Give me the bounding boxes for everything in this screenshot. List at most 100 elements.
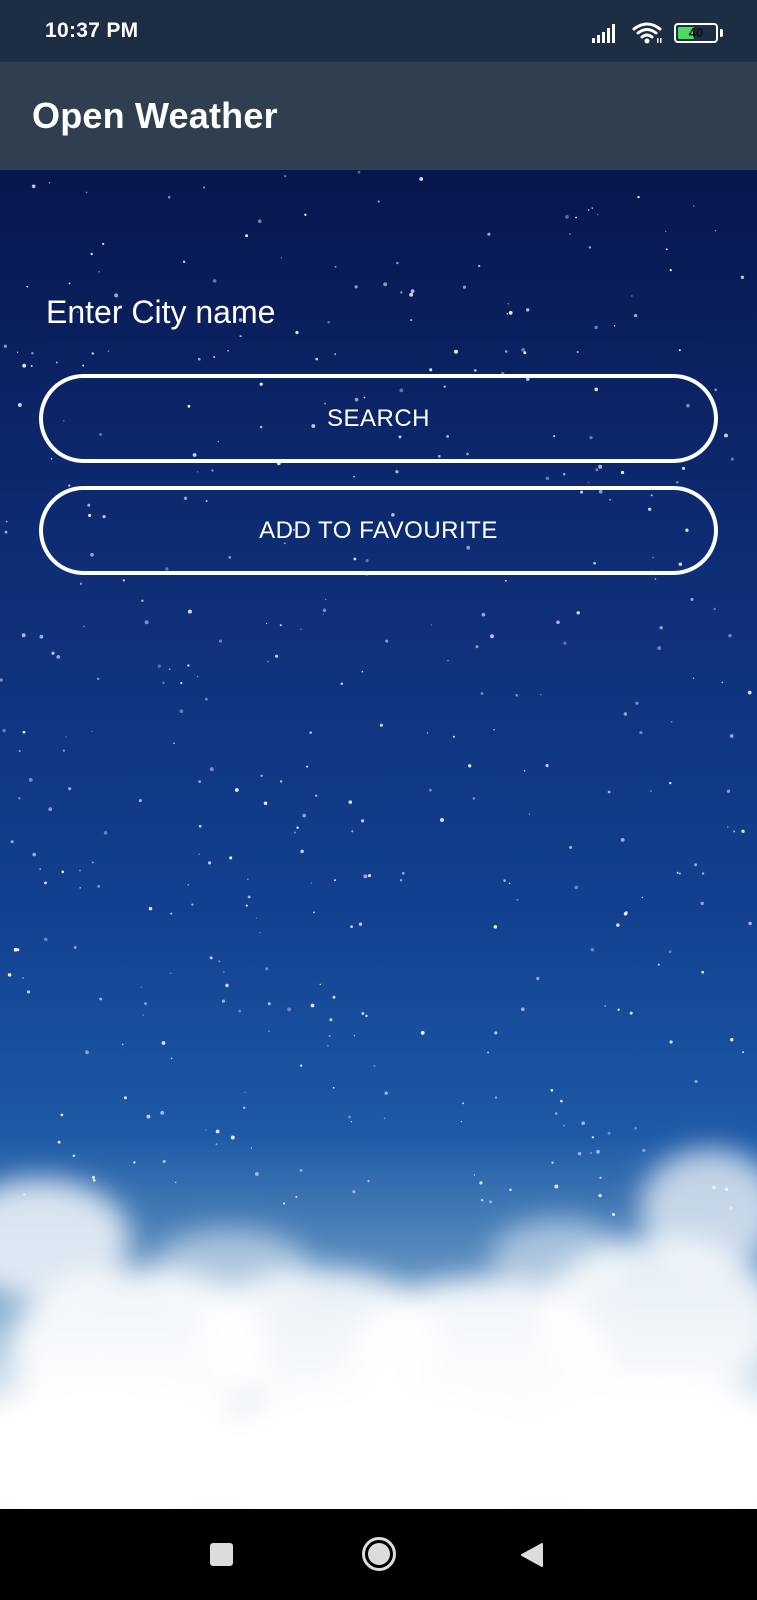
star: [701, 872, 705, 875]
star: [309, 731, 313, 734]
star: [161, 1041, 166, 1045]
signal-icon: [592, 24, 615, 43]
navigation-bar: [0, 1509, 757, 1600]
star: [420, 1031, 425, 1035]
add-to-favourite-button[interactable]: ADD TO FAVOURITE: [39, 486, 718, 575]
star: [279, 780, 283, 783]
star: [516, 898, 519, 901]
recents-icon[interactable]: [210, 1543, 233, 1566]
star: [187, 664, 190, 667]
star: [475, 645, 479, 649]
star: [562, 472, 566, 476]
star: [576, 611, 580, 615]
star: [5, 520, 8, 523]
star: [724, 433, 728, 438]
star: [22, 363, 27, 368]
star: [361, 1012, 365, 1015]
star: [726, 789, 731, 793]
star: [121, 1043, 124, 1046]
star: [267, 1002, 271, 1006]
star: [635, 701, 639, 705]
star: [329, 1018, 333, 1022]
star: [255, 917, 258, 919]
star: [401, 871, 405, 875]
star: [545, 764, 549, 768]
star: [365, 1014, 368, 1018]
star: [32, 852, 37, 857]
status-time: 10:37 PM: [45, 19, 139, 42]
star: [587, 481, 590, 484]
star: [353, 475, 355, 478]
star: [26, 285, 29, 288]
star: [144, 620, 149, 625]
star: [521, 347, 525, 352]
star: [31, 352, 34, 355]
star: [523, 770, 526, 772]
clouds-background: [0, 1149, 757, 1509]
main-content: SEARCH ADD TO FAVOURITE: [0, 170, 757, 1509]
star: [454, 349, 458, 354]
star: [293, 831, 296, 834]
star: [97, 884, 101, 888]
star: [204, 697, 208, 701]
star: [629, 1011, 633, 1015]
star: [678, 349, 681, 352]
star: [260, 774, 263, 778]
star: [48, 807, 53, 812]
star: [265, 967, 269, 971]
star: [447, 659, 449, 662]
star: [480, 692, 484, 695]
star: [440, 818, 444, 822]
star: [692, 205, 695, 207]
star: [56, 655, 61, 659]
star: [203, 186, 206, 189]
star: [379, 723, 383, 727]
star: [82, 364, 85, 367]
star: [351, 830, 354, 833]
star: [296, 826, 299, 829]
star: [48, 181, 51, 184]
home-icon[interactable]: [361, 1536, 397, 1572]
star: [690, 598, 694, 601]
star: [22, 730, 26, 734]
star: [141, 599, 144, 602]
star: [670, 721, 673, 723]
star: [604, 1005, 607, 1007]
star: [142, 1014, 144, 1016]
star: [259, 931, 261, 934]
star: [55, 361, 58, 364]
star: [742, 1051, 745, 1054]
star: [31, 184, 36, 189]
star: [396, 261, 399, 265]
star: [641, 896, 644, 899]
app-bar: Open Weather: [0, 62, 757, 170]
star: [26, 990, 31, 994]
star: [247, 895, 251, 899]
star: [173, 742, 175, 745]
star: [169, 972, 172, 975]
star: [0, 678, 3, 682]
search-button[interactable]: SEARCH: [39, 374, 718, 463]
star: [607, 790, 611, 794]
star: [98, 270, 100, 273]
city-name-input[interactable]: [46, 287, 706, 338]
star: [170, 912, 173, 915]
star: [275, 654, 279, 658]
star: [668, 950, 672, 954]
star: [748, 921, 752, 926]
star: [493, 925, 498, 929]
star: [170, 1057, 173, 1060]
star: [221, 999, 226, 1003]
star: [61, 870, 65, 874]
star: [18, 750, 21, 753]
back-icon[interactable]: [520, 1542, 544, 1568]
star: [122, 579, 126, 582]
star: [68, 787, 72, 791]
star: [360, 819, 365, 823]
star: [473, 369, 477, 372]
star: [429, 368, 433, 372]
star: [90, 252, 93, 256]
star: [3, 344, 8, 348]
star: [358, 922, 363, 926]
star: [576, 351, 579, 353]
